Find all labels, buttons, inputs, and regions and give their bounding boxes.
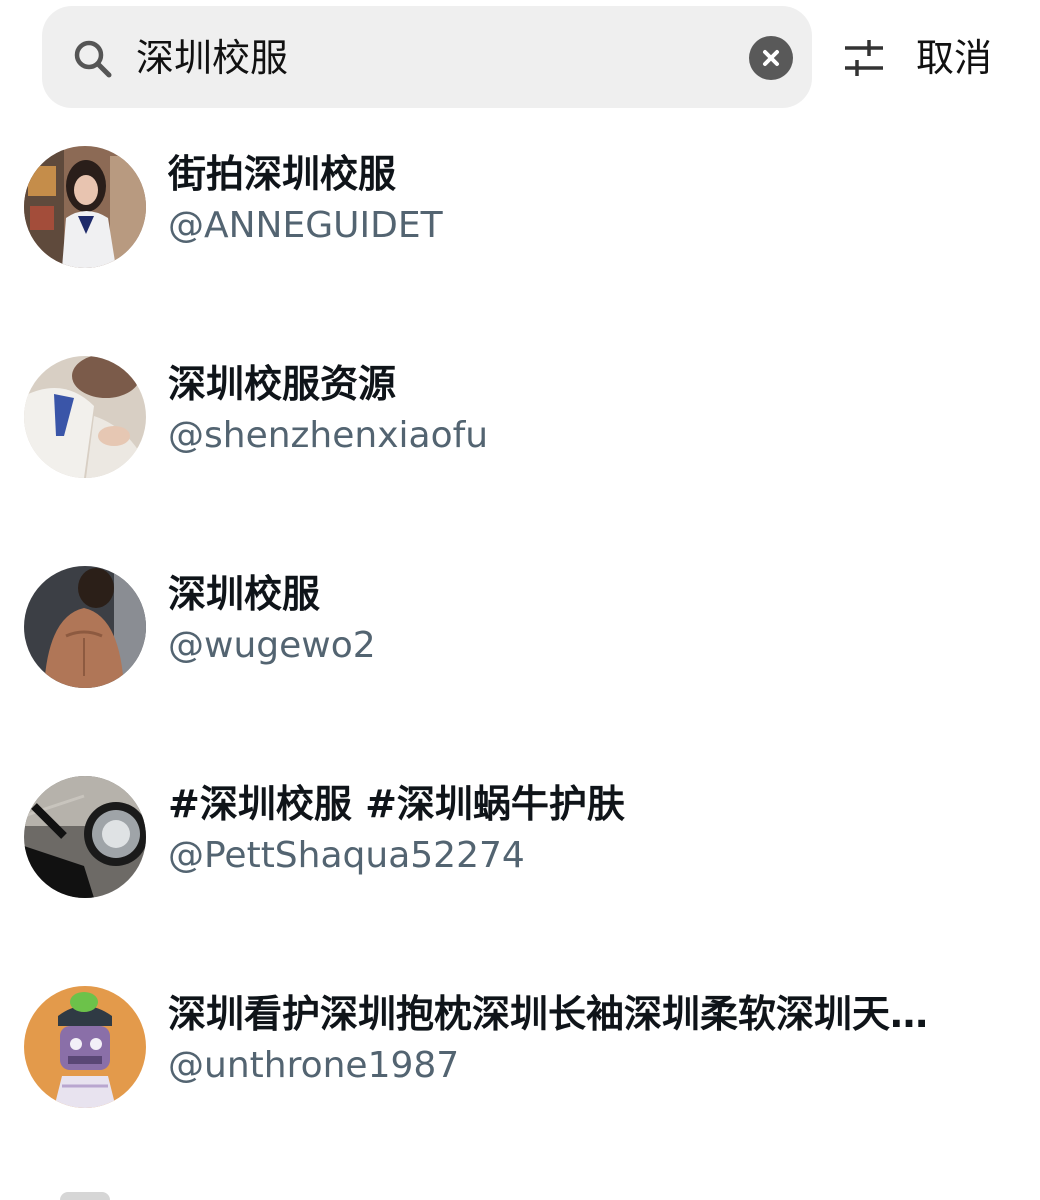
search-result-item[interactable]: 街拍深圳校服 @ANNEGUIDET	[0, 146, 1040, 326]
result-name: #深圳校服 #深圳蜗牛护肤	[168, 782, 625, 826]
search-result-item[interactable]: 深圳校服资源 @shenzhenxiaofu	[0, 356, 1040, 536]
clear-icon	[763, 50, 779, 66]
avatar[interactable]	[24, 986, 146, 1108]
result-handle: @ANNEGUIDET	[168, 205, 443, 246]
result-name: 深圳看护深圳抱枕深圳长袖深圳柔软深圳天…	[168, 992, 929, 1036]
result-name: 深圳校服	[168, 572, 321, 616]
search-result-item[interactable]: 深圳校服 @wugewo2	[0, 566, 1040, 746]
filter-icon[interactable]	[841, 36, 887, 80]
search-result-item[interactable]: 深圳看护深圳抱枕深圳长袖深圳柔软深圳天… @unthrone1987	[0, 986, 1040, 1166]
cancel-button[interactable]: 取消	[916, 28, 992, 88]
avatar[interactable]	[24, 776, 146, 898]
result-name: 街拍深圳校服	[168, 152, 397, 196]
result-handle: @shenzhenxiaofu	[168, 415, 489, 456]
search-query-text[interactable]: 深圳校服	[136, 30, 288, 86]
result-name: 深圳校服资源	[168, 362, 397, 406]
search-header: 深圳校服 取消	[0, 0, 1040, 120]
search-result-item[interactable]: #深圳校服 #深圳蜗牛护肤 @PettShaqua52274	[0, 776, 1040, 956]
avatar[interactable]	[60, 1192, 110, 1200]
result-handle: @wugewo2	[168, 625, 376, 666]
avatar[interactable]	[24, 146, 146, 268]
result-handle: @unthrone1987	[168, 1045, 460, 1086]
result-handle: @PettShaqua52274	[168, 835, 525, 876]
avatar[interactable]	[24, 356, 146, 478]
search-icon	[74, 40, 112, 78]
clear-search-button[interactable]	[749, 36, 793, 80]
avatar[interactable]	[24, 566, 146, 688]
